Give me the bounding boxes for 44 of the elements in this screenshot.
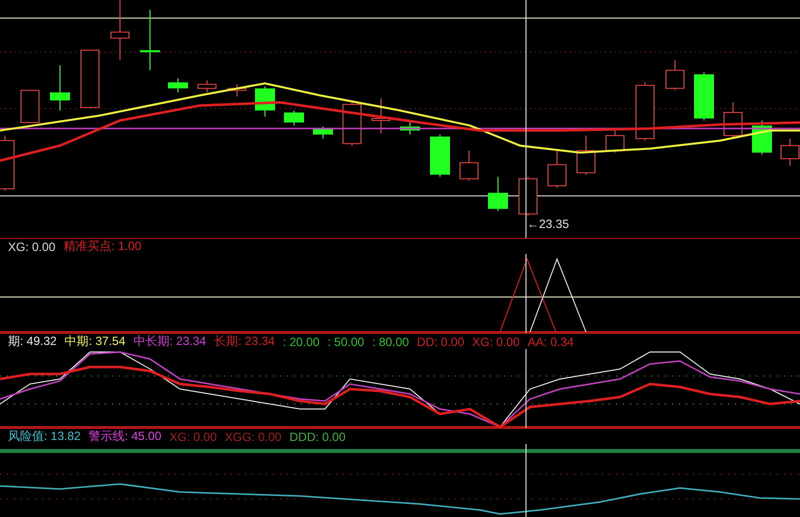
legend-item: : 20.00 — [282, 334, 320, 348]
legend-item: : 50.00 — [328, 334, 364, 348]
legend-item: 风险值: 13.82 — [8, 428, 81, 445]
candlestick — [430, 134, 450, 178]
candlestick — [548, 150, 566, 188]
legend-item: AA: 0.34 — [528, 334, 574, 348]
candlestick — [488, 176, 508, 212]
legend-item: XG: 0.00 — [8, 240, 56, 254]
legend-item: XG: 0.00 — [472, 334, 520, 348]
candlestick — [666, 60, 684, 91]
candlestick — [724, 102, 742, 138]
candlestick — [372, 98, 390, 134]
legend-item: XG: 0.00 — [169, 430, 217, 444]
legend-item: DD: 0.00 — [416, 334, 464, 348]
candlestick — [80, 50, 100, 108]
candlestick — [168, 78, 188, 93]
candlestick — [20, 90, 40, 124]
candlestick — [50, 64, 70, 111]
candlestick — [228, 84, 246, 97]
legend-item: 期: 49.32 — [8, 333, 57, 350]
price-label: ←23.35 — [527, 216, 569, 231]
legend-item: 精准买点: 1.00 — [63, 238, 142, 255]
legend-item: : 80.00 — [372, 334, 409, 348]
legend-item: DDD: 0.00 — [289, 430, 346, 444]
legend-item: 中期: 37.54 — [64, 333, 126, 350]
candlestick — [576, 135, 596, 176]
legend-item: 警示线: 45.00 — [88, 428, 162, 445]
candlestick — [606, 130, 624, 154]
candlestick — [110, 0, 130, 61]
candlestick — [140, 10, 160, 71]
candlestick — [518, 176, 538, 216]
candlestick — [780, 138, 800, 166]
candlestick — [460, 150, 478, 182]
candlestick — [0, 135, 14, 192]
candlestick — [313, 126, 333, 140]
candlestick — [400, 122, 420, 136]
candlestick — [284, 110, 304, 126]
legend-item: 中长期: 23.34 — [133, 333, 206, 350]
legend-item: XGG: 0.00 — [224, 430, 282, 444]
legend-item: 长期: 23.34 — [214, 333, 275, 350]
candlestick — [255, 86, 275, 117]
candlestick — [198, 80, 216, 93]
candlestick — [694, 72, 714, 121]
candlestick — [636, 82, 654, 142]
